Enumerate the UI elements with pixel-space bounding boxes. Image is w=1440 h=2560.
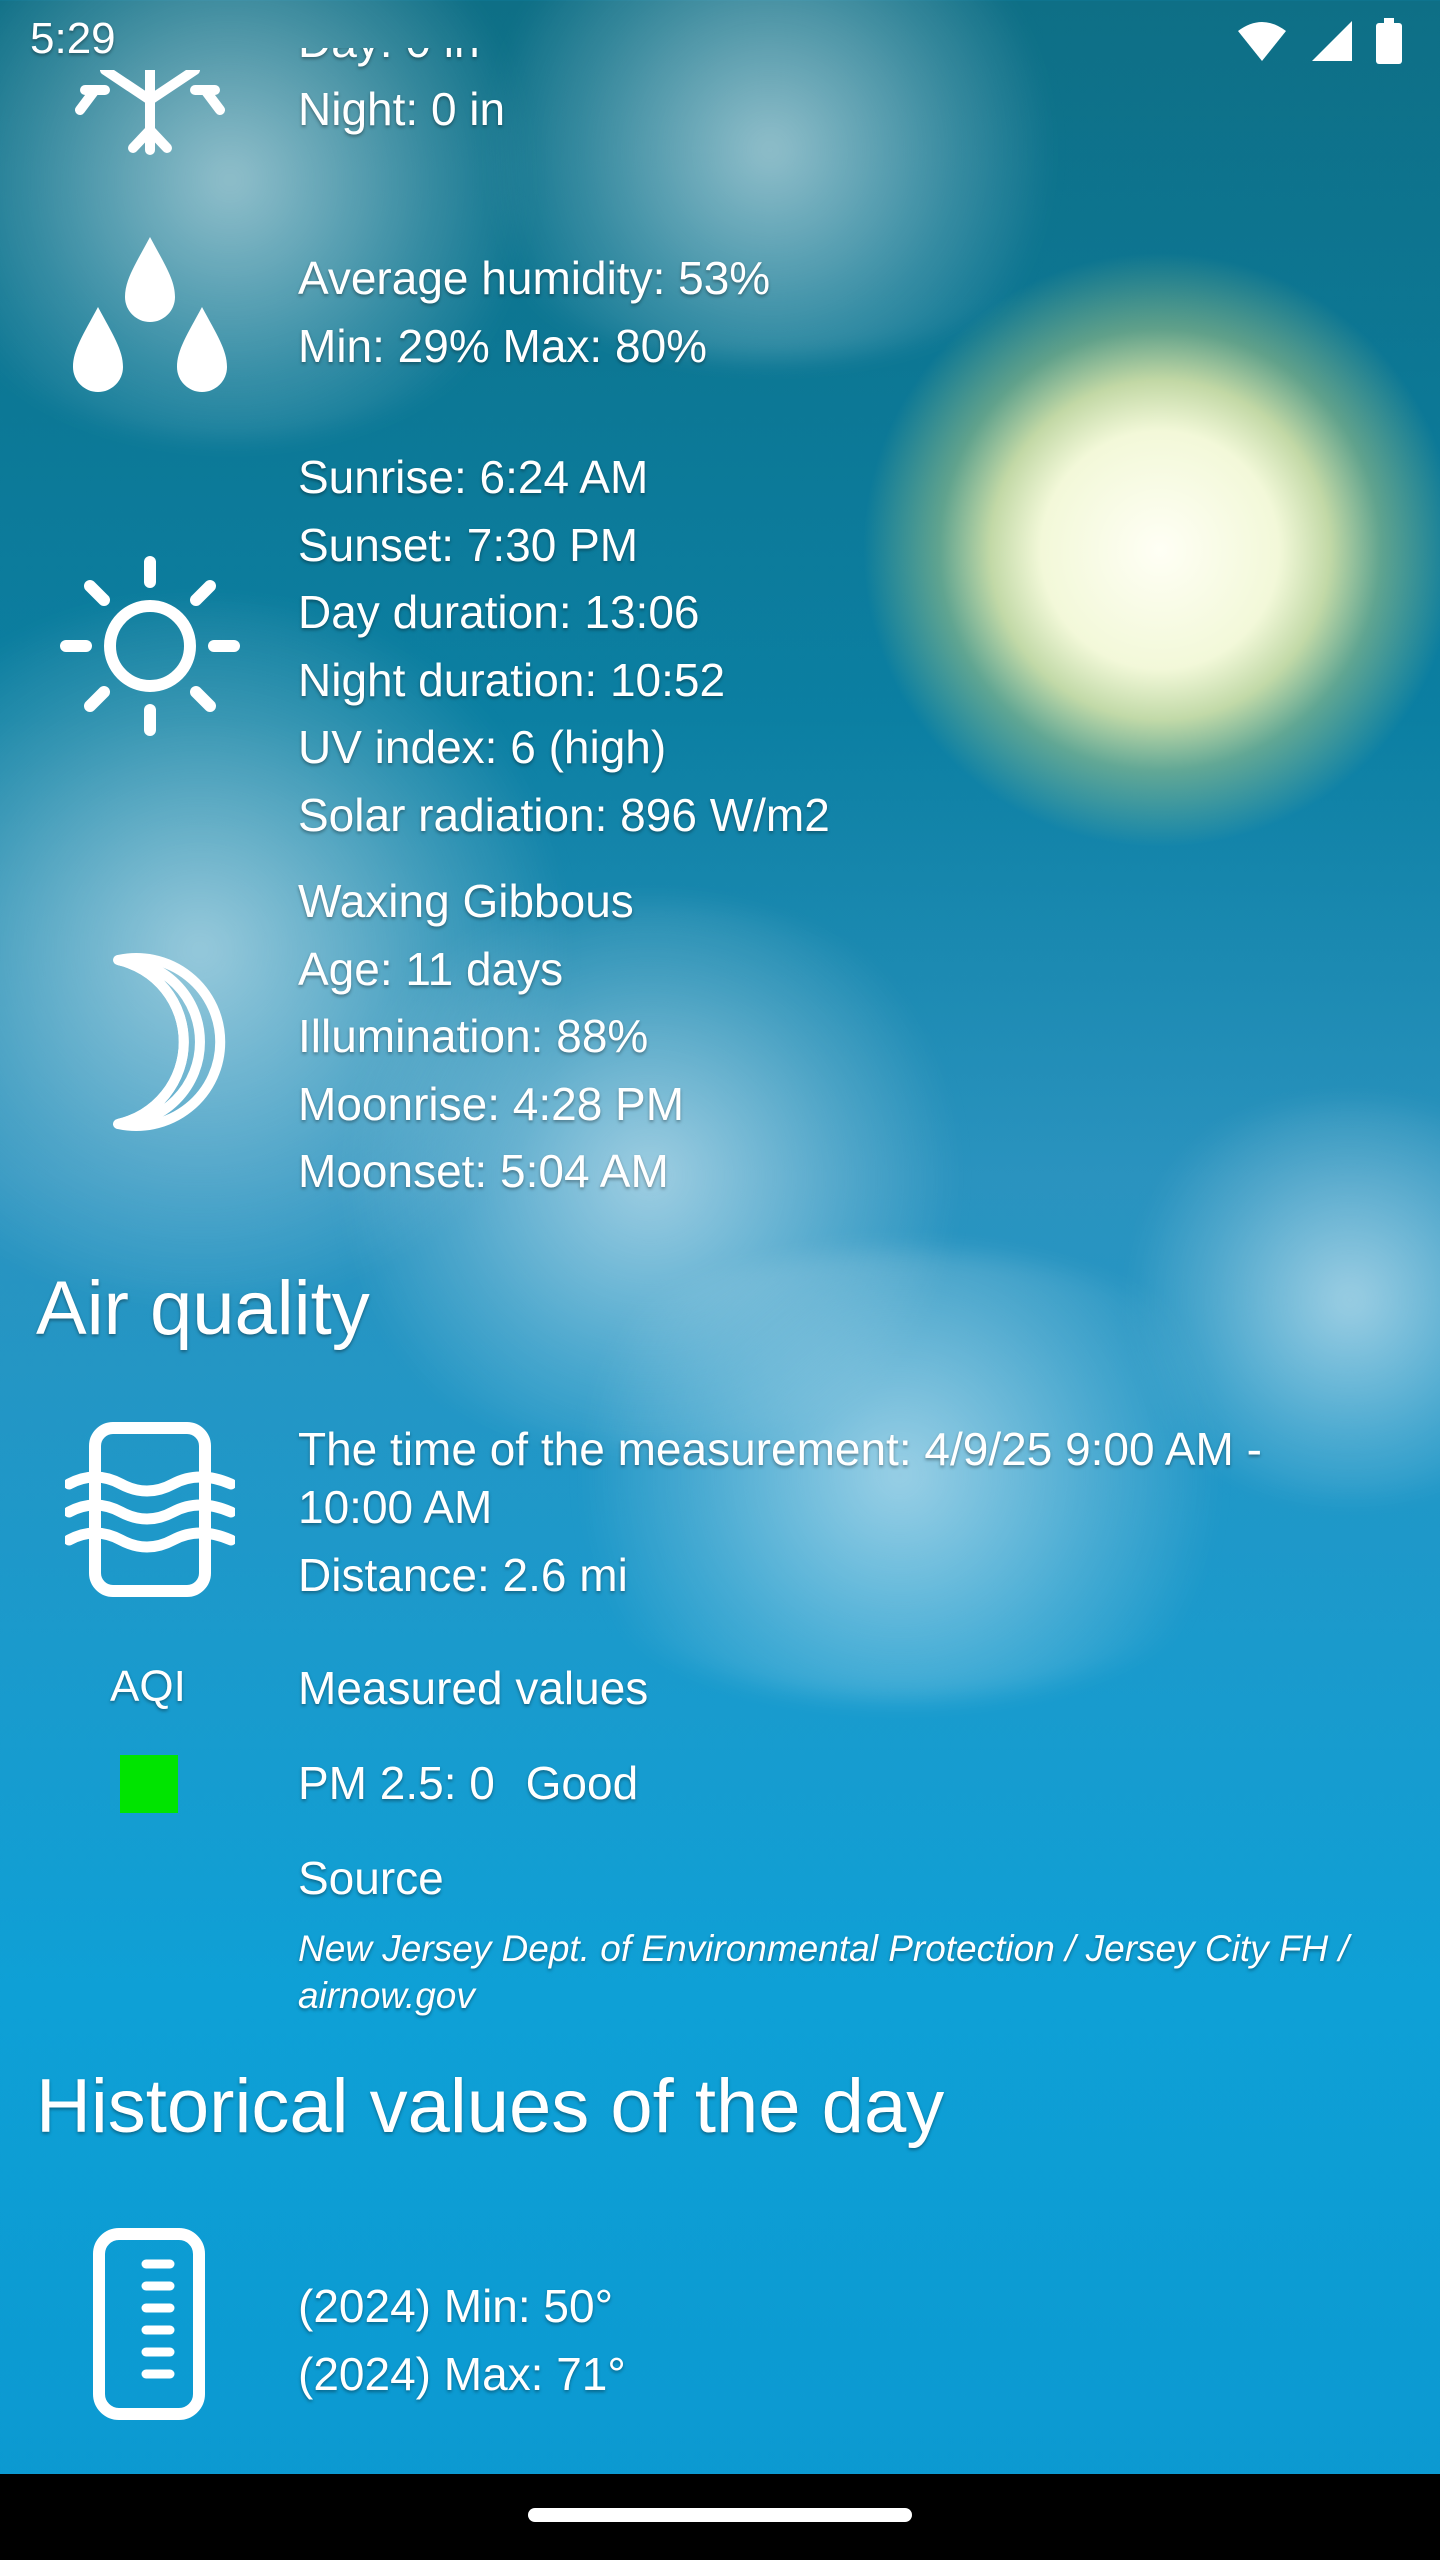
- night-duration-text: Night duration: 10:52: [298, 653, 726, 706]
- sunset-text: Sunset: 7:30 PM: [298, 518, 639, 571]
- measurement-time-text-cont: 10:00 AM: [298, 1481, 493, 1533]
- wifi-icon: [1238, 22, 1286, 61]
- measured-values-label: Measured values: [298, 1662, 649, 1714]
- home-gesture-handle[interactable]: [528, 2508, 912, 2522]
- battery-icon: [1376, 18, 1402, 64]
- pm25-row: PM 2.5: 0 Good: [298, 1750, 638, 1818]
- snowflake-icon: [60, 70, 240, 170]
- distance-text: Distance: 2.6 mi: [298, 1549, 628, 1601]
- thermometer-icon: [60, 2228, 240, 2420]
- historical-values-title: Historical values of the day: [36, 2064, 945, 2149]
- source-line-2: airnow.gov: [298, 1975, 475, 2016]
- sunrise-text: Sunrise: 6:24 AM: [298, 451, 649, 503]
- pm25-status: Good: [525, 1757, 639, 1809]
- sun-icon: [60, 556, 240, 736]
- historical-max-text: (2024) Max: 71°: [298, 2347, 626, 2400]
- sun-illustration: [860, 250, 1440, 850]
- signal-icon: [1312, 21, 1352, 61]
- aqi-color-swatch: [120, 1755, 178, 1813]
- moon-phase-text: Waxing Gibbous: [298, 875, 634, 927]
- average-humidity: Average humidity: 53%: [298, 252, 771, 304]
- humidity-min-max: Min: 29% Max: 80%: [298, 319, 708, 372]
- water-drops-icon: [60, 235, 240, 395]
- measurement-time-text: The time of the measurement: 4/9/25 9:00…: [298, 1423, 1262, 1475]
- source-label: Source: [298, 1852, 444, 1904]
- moon-illumination-text: Illumination: 88%: [298, 1010, 649, 1062]
- moonrise-text: Moonrise: 4:28 PM: [298, 1077, 685, 1130]
- aqi-label: AQI: [110, 1662, 186, 1711]
- historical-min-text: (2024) Min: 50°: [298, 2280, 613, 2332]
- moon-age-text: Age: 11 days: [298, 942, 564, 995]
- moon-icon: [60, 952, 240, 1132]
- status-icons: [1236, 18, 1402, 64]
- air-purifier-icon: [60, 1422, 240, 1597]
- day-duration-text: Day duration: 13:06: [298, 586, 700, 638]
- uv-index-text: UV index: 6 (high): [298, 721, 667, 773]
- moonset-text: Moonset: 5:04 AM: [298, 1145, 669, 1197]
- source-line-1: New Jersey Dept. of Environmental Protec…: [298, 1928, 1349, 1969]
- source-details: New Jersey Dept. of Environmental Protec…: [298, 1925, 1408, 2019]
- air-quality-title: Air quality: [36, 1266, 370, 1351]
- pm25-value: PM 2.5: 0: [298, 1757, 495, 1809]
- solar-radiation-text: Solar radiation: 896 W/m2: [298, 788, 830, 841]
- snow-night-text: Night: 0 in: [298, 82, 506, 135]
- status-time: 5:29: [30, 14, 116, 63]
